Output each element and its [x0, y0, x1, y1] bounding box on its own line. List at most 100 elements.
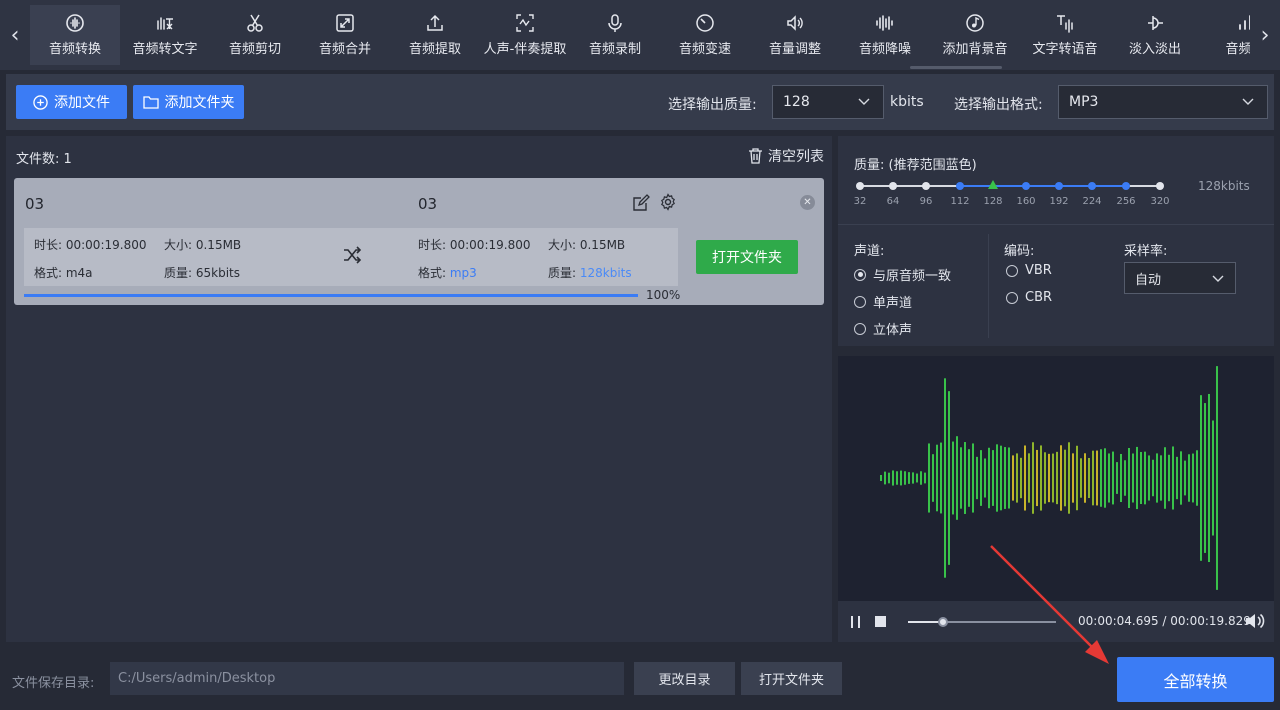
waveform-bar: [996, 444, 998, 512]
tab-text-to-speech[interactable]: 文字转语音: [1020, 5, 1110, 65]
tab-audio-speed[interactable]: 音频变速: [660, 5, 750, 65]
quality-tick-label: 96: [919, 196, 933, 207]
chevron-down-icon: [858, 98, 870, 105]
convert-all-button[interactable]: 全部转换: [1117, 657, 1274, 702]
open-folder-button[interactable]: 打开文件夹: [696, 240, 798, 274]
file-info-box: 时长: 00:00:19.800 大小: 0.15MB 格式: m4a 质量: …: [24, 228, 678, 286]
format-select[interactable]: MP3: [1058, 85, 1268, 119]
tab-audio-cut[interactable]: 音频剪切: [210, 5, 300, 65]
tab-label: 音频剪切: [228, 42, 281, 57]
waveform-bar: [924, 472, 926, 484]
waveform-bar: [936, 444, 938, 512]
conversion-progress-bar: [24, 294, 638, 297]
waveform-bar: [1064, 449, 1066, 507]
tab-label: 音频转换: [48, 42, 101, 57]
tab-audio-more[interactable]: 音频多: [1200, 5, 1250, 65]
tab-audio-record[interactable]: 音频录制: [570, 5, 660, 65]
speed-gauge-icon: [695, 13, 715, 33]
tab-label: 音频变速: [678, 42, 731, 57]
quality-tick-dot[interactable]: [1088, 182, 1096, 190]
encoding-option-cbr[interactable]: CBR: [1006, 290, 1052, 305]
chevron-right-icon[interactable]: ›: [1250, 0, 1280, 70]
tab-audio-extract[interactable]: 音频提取: [390, 5, 480, 65]
tab-volume-adjust[interactable]: 音量调整: [750, 5, 840, 65]
edit-icon[interactable]: [632, 194, 650, 212]
tab-vocal-extract[interactable]: 人声-伴奏提取: [480, 5, 570, 65]
quality-tick-dot[interactable]: [1055, 182, 1063, 190]
vocal-split-icon: [515, 13, 535, 33]
waveform-bar: [1016, 453, 1018, 503]
waveform-bar: [1068, 442, 1070, 514]
add-file-button[interactable]: 添加文件: [16, 85, 127, 119]
bars-icon: [1235, 13, 1250, 33]
change-dir-button[interactable]: 更改目录: [634, 662, 735, 695]
tab-audio-merge[interactable]: 音频合并: [300, 5, 390, 65]
quality-tick-label: 64: [886, 196, 900, 207]
waveform-bar: [1008, 447, 1010, 509]
trash-icon: [749, 148, 762, 164]
channel-option-mono[interactable]: 单声道: [854, 292, 912, 311]
tab-fade[interactable]: 淡入淡出: [1110, 5, 1200, 65]
output-duration: 时长: 00:00:19.800: [418, 238, 531, 252]
waveform-bar: [1172, 446, 1174, 510]
quality-select[interactable]: 128: [772, 85, 884, 119]
quality-tick-dot[interactable]: [1022, 182, 1030, 190]
close-icon[interactable]: ✕: [800, 195, 815, 210]
channel-option-stereo[interactable]: 立体声: [854, 319, 912, 338]
channel-option-original[interactable]: 与原音频一致: [854, 265, 951, 284]
waveform-bar: [1100, 449, 1102, 507]
samplerate-select[interactable]: 自动: [1124, 262, 1236, 294]
save-dir-input[interactable]: C:/Users/admin/Desktop: [110, 662, 624, 695]
quality-tick-label: 224: [1082, 196, 1102, 207]
plus-circle-icon: [33, 94, 48, 110]
volume-icon[interactable]: [1244, 611, 1266, 631]
tab-scrollbar[interactable]: [910, 66, 1002, 69]
source-duration: 时长: 00:00:19.800: [34, 238, 147, 252]
waveform-bar: [896, 471, 898, 485]
quality-tick-dot[interactable]: [1156, 182, 1164, 190]
quality-current: 128kbits: [1198, 179, 1250, 193]
chevron-left-icon[interactable]: ‹: [0, 0, 30, 70]
waveform-bar: [1160, 455, 1162, 501]
tab-add-bgm[interactable]: 添加背景音: [930, 5, 1020, 65]
open-output-folder-button[interactable]: 打开文件夹: [741, 662, 842, 695]
quality-tick-dot[interactable]: [1122, 182, 1130, 190]
quality-tick-dot[interactable]: [956, 182, 964, 190]
waveform-bar: [1020, 457, 1022, 499]
waveform-bar: [1084, 453, 1086, 503]
waveform-bar: [1108, 453, 1110, 503]
settings-panel: 质量: (推荐范围蓝色) 32 64 96 112 128 160 192 224 256 320…: [838, 136, 1274, 346]
output-quality: 质量: 128kbits: [548, 266, 632, 280]
waveform-bar: [920, 471, 922, 485]
output-format: 格式: mp3: [418, 266, 477, 280]
clear-list-button[interactable]: 清空列表: [748, 146, 824, 166]
tab-audio-convert[interactable]: 音频转换: [30, 5, 120, 65]
seek-handle[interactable]: [938, 617, 949, 627]
gear-icon[interactable]: [659, 193, 677, 211]
waveform-bar: [928, 443, 930, 513]
quality-tick-dot[interactable]: [922, 182, 930, 190]
samplerate-title: 采样率:: [1124, 244, 1168, 259]
pause-icon[interactable]: [850, 615, 862, 629]
quality-tick-dot[interactable]: [856, 182, 864, 190]
waveform-bar: [968, 449, 970, 507]
save-dir-label: 文件保存目录:: [12, 676, 95, 691]
waveform-bar: [884, 471, 886, 485]
add-folder-button[interactable]: 添加文件夹: [133, 85, 244, 119]
encoding-option-vbr[interactable]: VBR: [1006, 263, 1052, 278]
quality-selected-marker[interactable]: [988, 180, 998, 189]
waveform-bar: [992, 450, 994, 506]
waveform-bar: [892, 470, 894, 486]
waveform-bar: [1052, 453, 1054, 503]
file-item[interactable]: 03 03 ✕ 时长: 00:00:19.800 大小: 0.15MB 格式: …: [14, 178, 824, 305]
quality-tick-dot[interactable]: [889, 182, 897, 190]
format-value: MP3: [1069, 94, 1099, 110]
waveform-bar: [1036, 449, 1038, 507]
tab-label: 淡入淡出: [1128, 42, 1181, 57]
waveform-bar: [900, 470, 902, 486]
tab-audio-to-text[interactable]: 音频转文字: [120, 5, 210, 65]
waveform-bar: [1212, 420, 1214, 536]
channel-title: 声道:: [854, 244, 885, 259]
tab-noise-reduce[interactable]: 音频降噪: [840, 5, 930, 65]
stop-icon[interactable]: [875, 616, 886, 627]
